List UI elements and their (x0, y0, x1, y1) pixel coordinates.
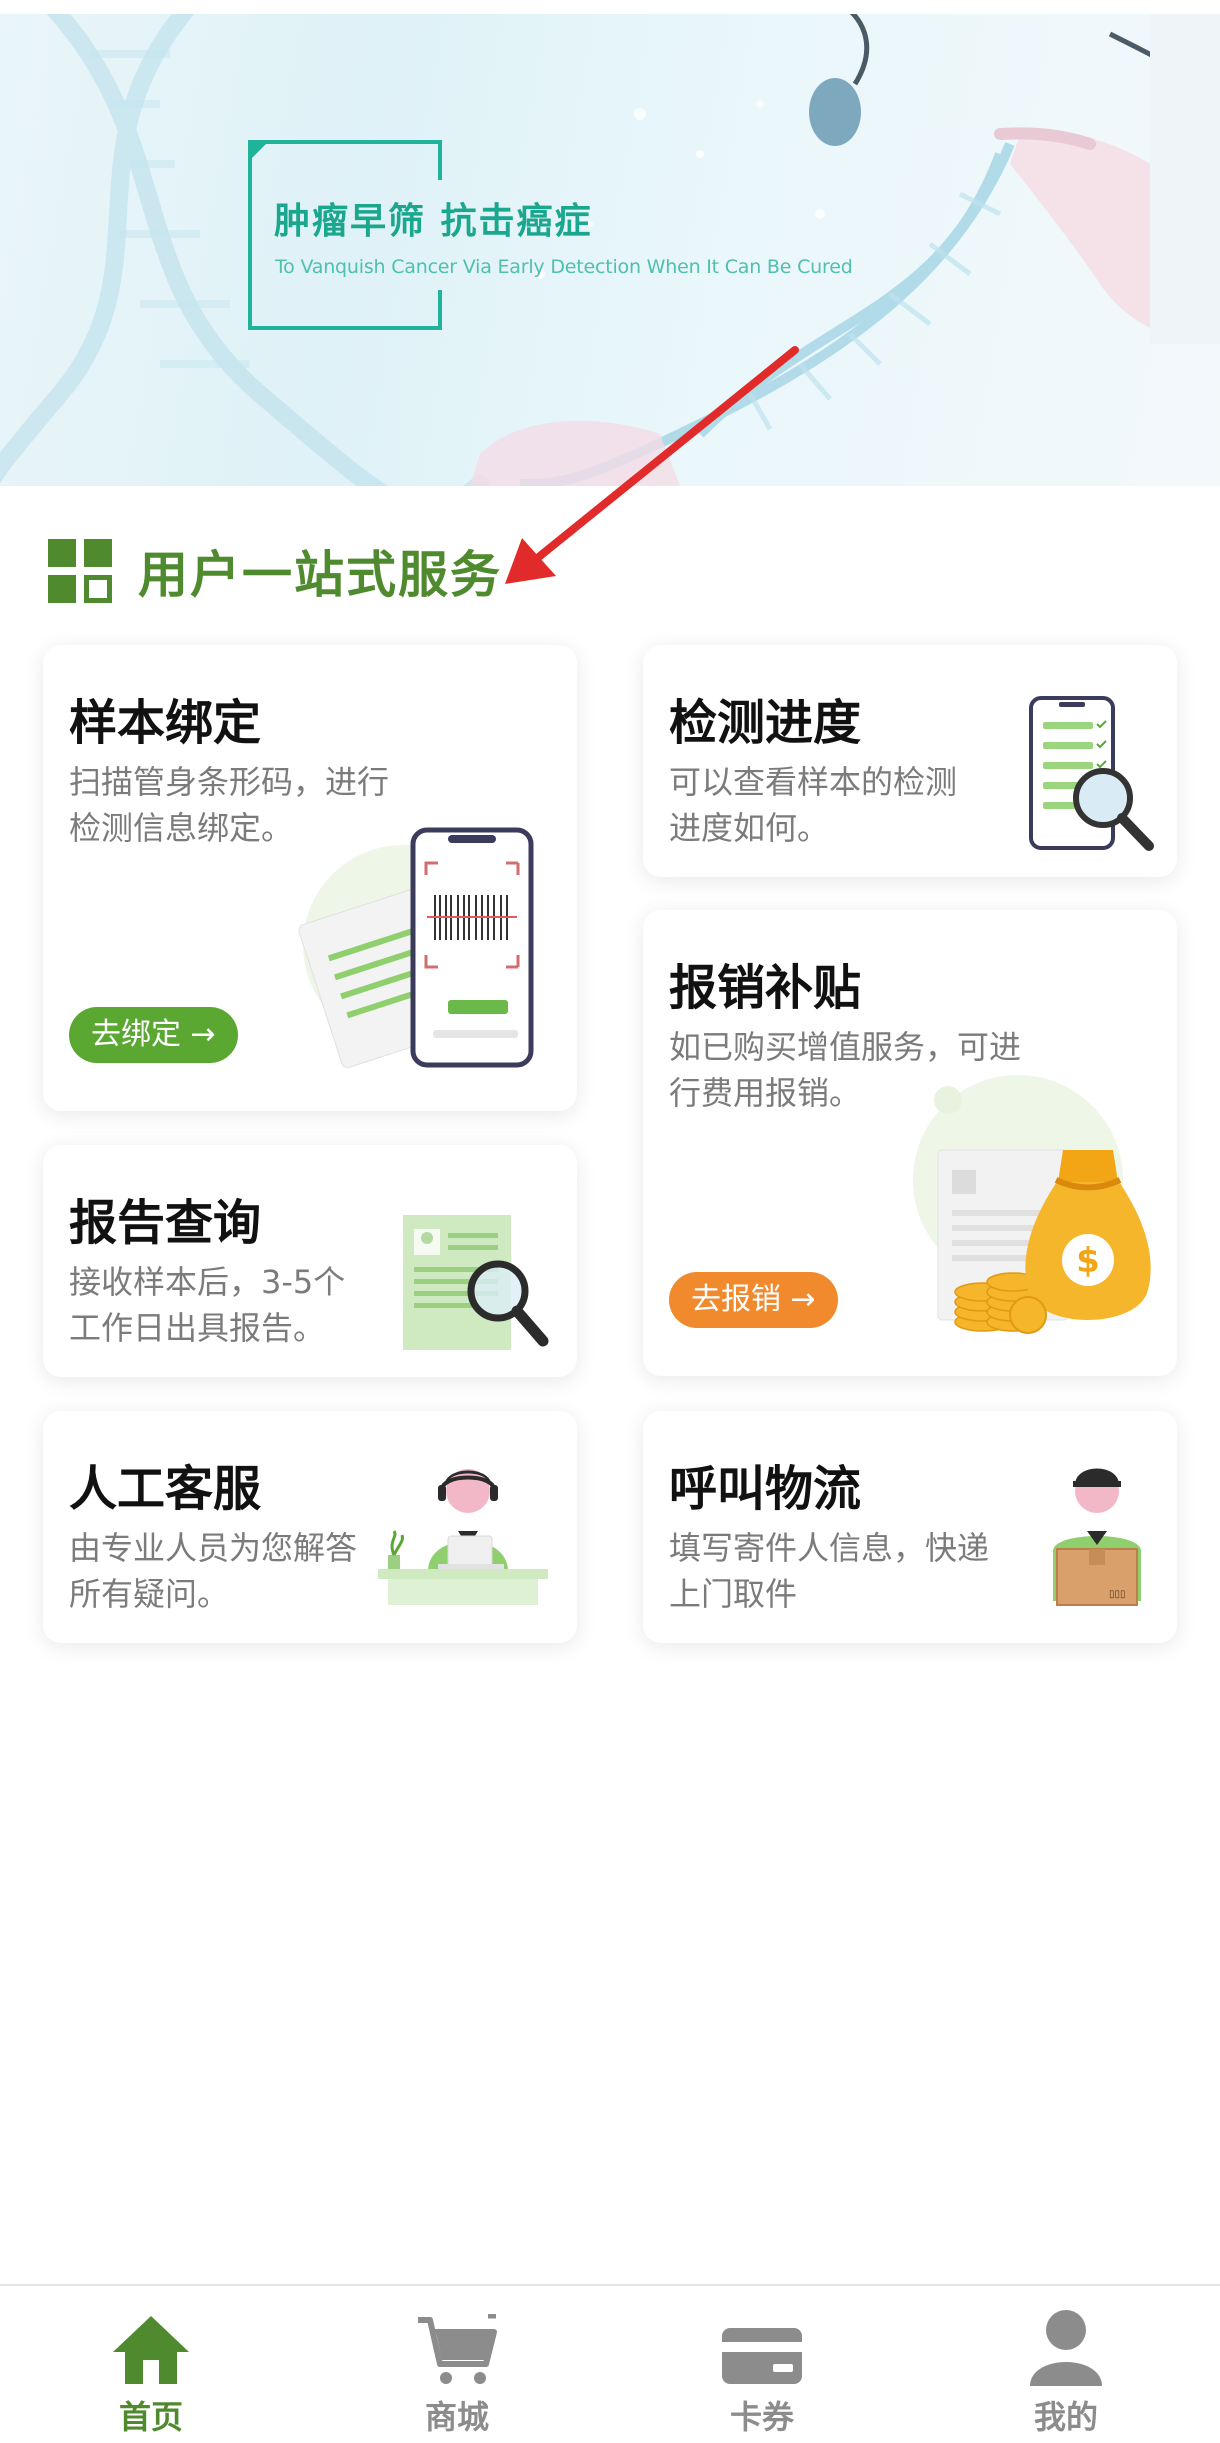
tab-coupons[interactable]: 卡券 (687, 2306, 837, 2438)
svg-text:▯▯▯: ▯▯▯ (1109, 1589, 1126, 1600)
card-icon (722, 2328, 802, 2384)
phone-magnifier-icon (1029, 696, 1154, 851)
tab-home[interactable]: 首页 (76, 2306, 226, 2438)
bottom-tab-bar: 首页 商城 卡券 我的 (0, 2284, 1220, 2443)
customer-service-icon (378, 1469, 548, 1605)
user-icon (1030, 2310, 1102, 2386)
card-sample-bind[interactable]: 样本绑定 扫描管身条形码，进行 检测信息绑定。 去绑定 → (43, 645, 577, 1111)
grid-icon (48, 539, 112, 603)
card-description: 可以查看样本的检测 进度如何。 (669, 763, 958, 847)
card-report-query[interactable]: 报告查询 接收样本后，3-5个 工作日出具报告。 (43, 1145, 577, 1377)
home-icon (113, 2316, 189, 2384)
card-title: 人工客服 (69, 1461, 262, 1517)
barcode-phone-icon (298, 827, 534, 1069)
card-title: 呼叫物流 (669, 1461, 862, 1517)
courier-icon: ▯▯▯ (1053, 1468, 1141, 1606)
card-title: 样本绑定 (69, 695, 262, 751)
card-title: 检测进度 (669, 695, 862, 751)
card-reimbursement[interactable]: 报销补贴 如已购买增值服务，可进 行费用报销。 $ 去报销 → (643, 910, 1177, 1376)
go-reimburse-button[interactable]: 去报销 → (669, 1272, 838, 1328)
money-bag-icon: $ (913, 1075, 1151, 1334)
card-description: 填写寄件人信息，快递 上门取件 (669, 1529, 990, 1613)
tab-label: 商城 (424, 2398, 489, 2436)
go-bind-button[interactable]: 去绑定 → (69, 1007, 238, 1063)
svg-text:$: $ (1076, 1241, 1100, 1281)
card-title: 报销补贴 (669, 960, 862, 1016)
card-test-progress[interactable]: 检测进度 可以查看样本的检测 进度如何。 (643, 645, 1177, 877)
section-title: 用户一站式服务 (138, 546, 502, 604)
tab-mine[interactable]: 我的 (991, 2306, 1141, 2438)
tab-label: 卡券 (729, 2398, 794, 2436)
card-title: 报告查询 (69, 1195, 262, 1251)
cart-icon (418, 2314, 497, 2384)
card-description: 接收样本后，3-5个 工作日出具报告。 (69, 1263, 346, 1347)
card-call-logistics[interactable]: 呼叫物流 填写寄件人信息，快递 上门取件 ▯▯▯ (643, 1411, 1177, 1643)
report-magnifier-icon (403, 1215, 549, 1350)
section-header: 用户一站式服务 (48, 538, 502, 604)
tab-mall[interactable]: 商城 (382, 2306, 532, 2438)
card-description: 由专业人员为您解答 所有疑问。 (69, 1529, 358, 1613)
tab-label: 我的 (1033, 2398, 1098, 2436)
card-customer-service[interactable]: 人工客服 由专业人员为您解答 所有疑问。 (43, 1411, 577, 1643)
tab-label: 首页 (118, 2398, 183, 2436)
